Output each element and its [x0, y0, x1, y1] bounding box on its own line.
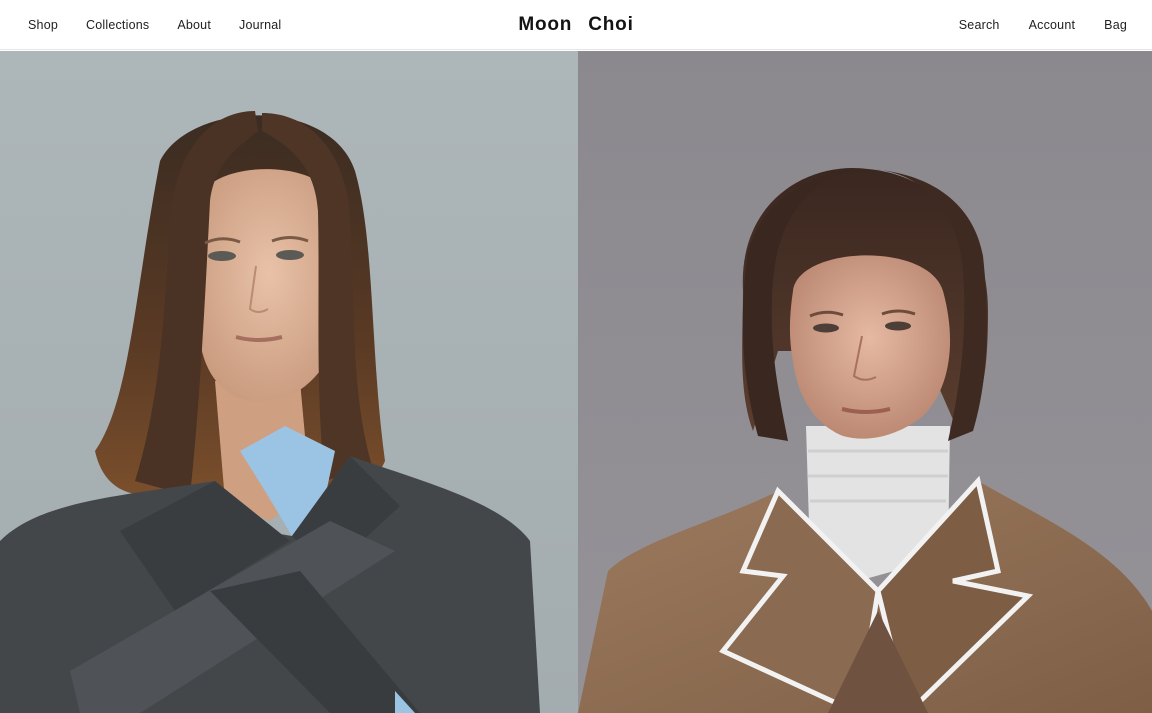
hero-image-right[interactable]: [578, 51, 1152, 713]
hero-image-left[interactable]: [0, 51, 578, 713]
nav-link-bag[interactable]: Bag: [1104, 18, 1127, 32]
model-portrait-left: [0, 51, 578, 713]
site-header: Shop Collections About Journal Moon Choi…: [0, 0, 1152, 50]
hero-section: [0, 51, 1152, 713]
nav-link-search[interactable]: Search: [959, 18, 1000, 32]
nav-link-account[interactable]: Account: [1029, 18, 1076, 32]
model-portrait-right: [578, 51, 1152, 713]
utility-nav: Search Account Bag: [959, 0, 1127, 50]
